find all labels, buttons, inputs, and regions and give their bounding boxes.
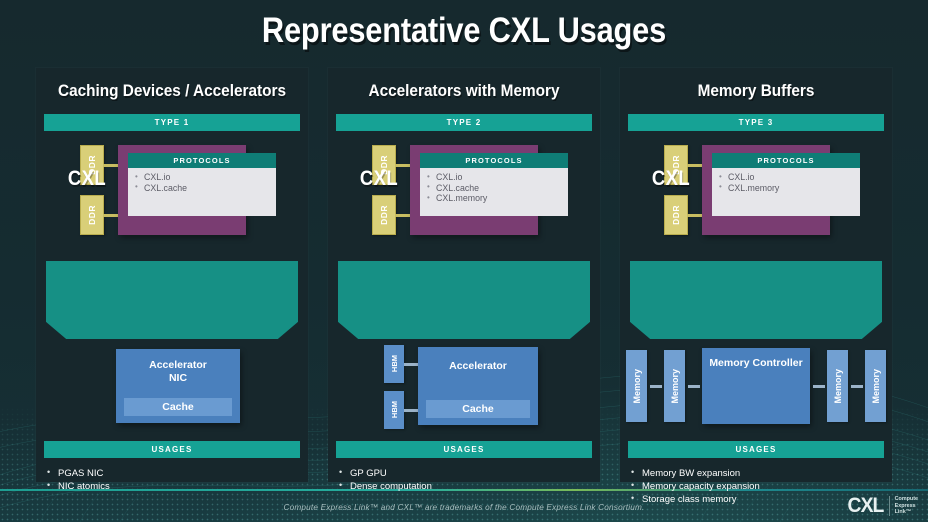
logo-tagline: Compute Express Link™ [888,496,918,516]
usages-badge: USAGES [628,441,884,458]
protocols-list: CXL.io CXL.memory [712,172,860,193]
hbm-label: HBM [389,355,399,373]
device-row: Accelerator NIC Cache [36,349,308,431]
trademark-note: Compute Express Link™ and CXL™ are trade… [283,503,645,512]
list-item: CXL.cache [427,182,568,194]
list-item: PGAS NIC [47,466,308,480]
list-item: NIC atomics [47,479,308,493]
protocols-list: CXL.io CXL.cache [128,172,276,193]
device-row: Memory Memory Memory Controller Memory M… [620,347,892,431]
memory-module: Memory [827,350,848,422]
memory-module: Memory [865,350,886,422]
list-item: CXL.cache [135,182,276,194]
usages-badge: USAGES [44,441,300,458]
memory-module: Memory [626,350,647,422]
panel-title: Memory Buffers [697,82,815,100]
usages-badge: USAGES [336,441,592,458]
ddr-port: DDR [80,195,119,235]
memory-controller-box: Memory Controller [702,348,810,424]
list-item: Dense computation [339,479,600,493]
slide-canvas: Representative CXL Usages Caching Device… [0,0,928,522]
memory-label: Memory [669,368,680,404]
bus-connector [687,384,700,388]
panel-type-3: Memory Buffers TYPE 3 DDR DDR Processor … [620,68,892,505]
panel-body: DDR DDR Processor CXL PROTOCOLS CXL.io C… [36,145,308,441]
bus-connector [812,384,825,388]
cache-subbox: Cache [426,400,530,418]
bus-connector [649,384,662,388]
accelerator-box: Accelerator Cache [418,347,538,425]
type-badge: TYPE 2 [336,114,592,131]
list-item: CXL.io [719,172,860,183]
hbm-stack: HBM HBM [384,345,418,429]
hbm-port: HBM [384,345,418,383]
cxl-label: CXL [359,167,399,190]
protocols-block: PROTOCOLS CXL.io CXL.memory [712,153,860,216]
usages-list: GP GPU Dense computation [328,458,600,493]
memory-label: Memory [631,368,642,404]
memory-module: Memory [664,350,685,422]
panel-type-1: Caching Devices / Accelerators TYPE 1 DD… [36,68,308,492]
device-row: HBM HBM Accelerator Cache [328,345,600,431]
panel-type-2: Accelerators with Memory TYPE 2 DDR DDR … [328,68,600,492]
cxl-consortium-logo: CXL Compute Express Link™ [846,494,918,518]
panel-body: DDR DDR Processor CXL PROTOCOLS CXL.io C… [328,145,600,441]
usages-list: PGAS NIC NIC atomics [36,458,308,493]
ddr-port: DDR [664,195,703,235]
protocols-header: PROTOCOLS [712,153,860,168]
type-badge: TYPE 1 [44,114,300,131]
logo-tagline-line3: Link™ [894,509,912,516]
protocols-box: CXL.io CXL.cache CXL.memory [420,168,568,216]
cxl-band [338,261,590,339]
device-label-line1: Accelerator [449,360,507,372]
memory-label: Memory [832,368,843,404]
panel-title: Caching Devices / Accelerators [57,82,286,100]
ddr-label: DDR [379,205,389,225]
list-item: CXL.io [427,172,568,183]
protocols-header: PROTOCOLS [420,153,568,168]
ddr-port: DDR [372,195,411,235]
type-badge: TYPE 3 [628,114,884,131]
hbm-label: HBM [389,401,399,419]
panel-title: Accelerators with Memory [368,82,560,100]
bus-connector [850,384,863,388]
protocols-box: CXL.io CXL.cache [128,168,276,216]
cxl-band [630,261,882,339]
protocols-header: PROTOCOLS [128,153,276,168]
memory-controller-row: Memory Memory Memory Controller Memory M… [626,347,886,425]
cxl-label: CXL [651,167,691,190]
protocols-box: CXL.io CXL.memory [712,168,860,216]
cxl-band [46,261,298,339]
logo-wordmark: CXL [847,494,884,517]
list-item: CXL.memory [427,193,568,204]
cxl-label: CXL [67,167,107,190]
device-label-line1: Accelerator [149,359,207,371]
logo-tagline-line1: Compute [894,496,918,503]
list-item: Memory capacity expansion [631,479,892,493]
protocols-block: PROTOCOLS CXL.io CXL.cache [128,153,276,216]
list-item: CXL.memory [719,182,860,194]
page-title: Representative CXL Usages [261,11,667,50]
panel-body: DDR DDR Processor CXL PROTOCOLS CXL.io C… [620,145,892,441]
memory-label: Memory [870,368,881,404]
hbm-port: HBM [384,391,418,429]
list-item: Memory BW expansion [631,466,892,480]
cache-subbox: Cache [124,398,232,416]
list-item: CXL.io [135,172,276,183]
accelerator-nic-box: Accelerator NIC Cache [116,349,240,423]
ddr-label: DDR [87,205,97,225]
ddr-label: DDR [671,205,681,225]
device-label-line2: NIC [168,372,188,384]
list-item: GP GPU [339,466,600,480]
protocols-block: PROTOCOLS CXL.io CXL.cache CXL.memory [420,153,568,216]
protocols-list: CXL.io CXL.cache CXL.memory [420,172,568,204]
